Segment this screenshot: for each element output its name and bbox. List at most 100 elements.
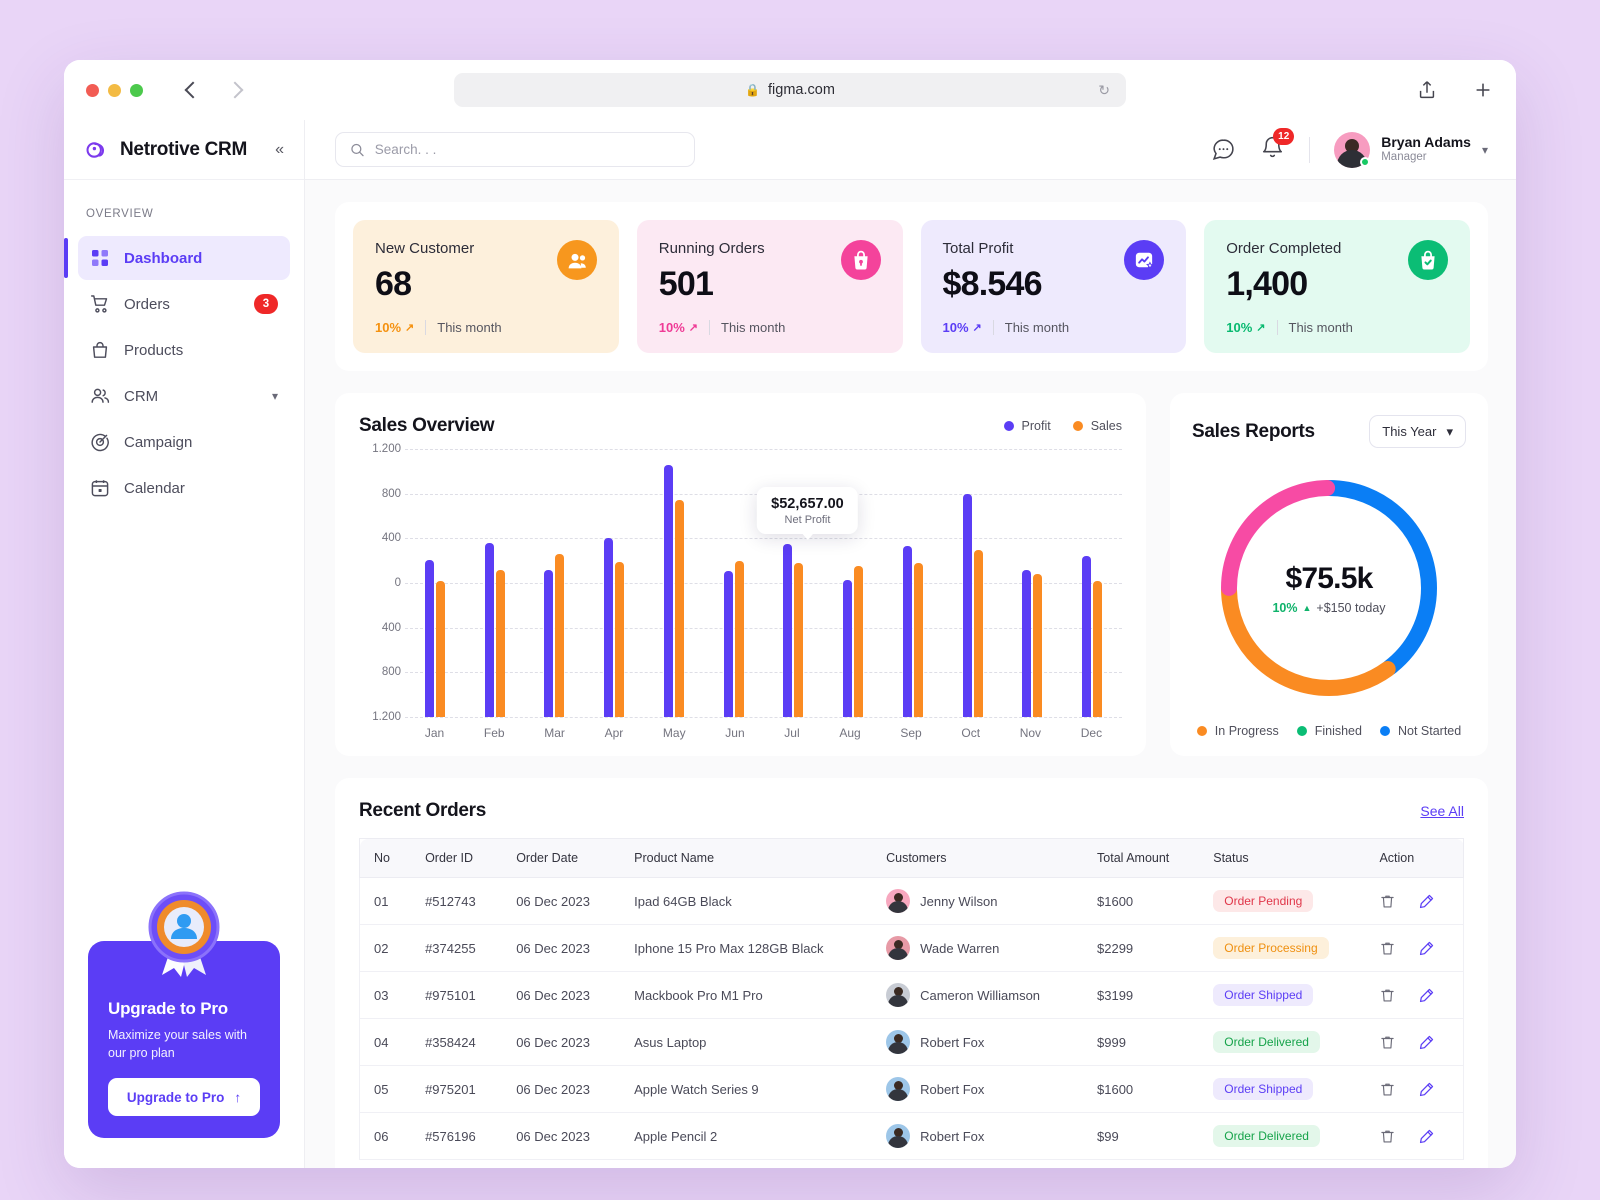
brand-header: Netrotive CRM « [64, 120, 304, 180]
address-bar[interactable]: 🔒 figma.com ↻ [454, 73, 1126, 107]
bar-group-May[interactable] [663, 449, 684, 717]
bag-icon [92, 341, 108, 358]
chevron-down-icon[interactable]: ▾ [272, 389, 278, 403]
bar-sales[interactable] [854, 566, 864, 717]
sidebar-item-calendar[interactable]: Calendar [78, 466, 290, 510]
bar-group-Feb[interactable] [484, 449, 505, 717]
tooltip-label: Net Profit [784, 513, 831, 526]
bar-profit[interactable] [723, 570, 733, 717]
donut-percent: 10% [1272, 600, 1298, 615]
stat-card-0: New Customer 68 10% ↗ This month [353, 220, 619, 353]
notifications-button[interactable]: 12 [1260, 127, 1295, 165]
bar-sales[interactable] [1093, 580, 1103, 717]
customer-avatar [886, 983, 911, 1007]
pencil-icon[interactable] [1418, 893, 1435, 910]
search-input[interactable] [374, 142, 680, 157]
bar-profit[interactable] [843, 579, 853, 717]
bar-sales[interactable] [615, 561, 625, 717]
bar-group-Oct[interactable] [962, 449, 983, 717]
bar-group-Mar[interactable] [544, 449, 565, 717]
bar-profit[interactable] [663, 464, 673, 717]
table-row[interactable]: 03 #975101 06 Dec 2023 Mackbook Pro M1 P… [359, 971, 1465, 1019]
table-row[interactable]: 06 #576196 06 Dec 2023 Apple Pencil 2 Ro… [359, 1112, 1465, 1160]
sidebar-item-campaign[interactable]: Campaign [78, 420, 290, 464]
bar-profit[interactable] [962, 493, 972, 717]
bar-group-Nov[interactable] [1022, 449, 1043, 717]
bar-profit[interactable] [1022, 569, 1032, 717]
target-icon [91, 433, 109, 452]
pencil-icon[interactable] [1418, 1081, 1435, 1098]
search-box[interactable] [335, 132, 695, 167]
trash-icon[interactable] [1379, 1034, 1396, 1051]
bar-sales[interactable] [734, 560, 744, 717]
legend-dot-icon [1072, 421, 1083, 431]
cell-status: Order Delivered [1199, 1018, 1366, 1066]
cell-product-name: Ipad 64GB Black [620, 877, 873, 925]
table-row[interactable]: 02 #374255 06 Dec 2023 Iphone 15 Pro Max… [359, 924, 1465, 972]
chat-bubble-icon[interactable] [1211, 137, 1236, 162]
bar-sales[interactable] [794, 562, 804, 717]
cell-order-date: 06 Dec 2023 [502, 877, 621, 925]
chevron-down-icon[interactable]: ▾ [1482, 143, 1488, 157]
bar-group-Sep[interactable] [902, 449, 923, 717]
plus-icon[interactable] [1472, 79, 1494, 101]
calendar-icon [91, 480, 109, 497]
cell-no: 03 [359, 971, 412, 1019]
sidebar-item-dashboard[interactable]: Dashboard [64, 236, 290, 280]
trash-icon[interactable] [1379, 940, 1396, 957]
sidebar-item-products[interactable]: Products [78, 328, 290, 372]
bar-group-Jul[interactable]: $52,657.00 Net Profit [757, 449, 858, 717]
topbar-actions: 12 Bryan Adams Manager ▾ [1211, 127, 1488, 168]
bar-group-Apr[interactable] [604, 449, 625, 717]
cell-total-amount: $1600 [1083, 877, 1200, 925]
sidebar-item-crm[interactable]: CRM ▾ [78, 374, 290, 418]
back-arrow-icon[interactable] [181, 80, 201, 100]
recent-orders-header: Recent Orders See All [359, 800, 1464, 822]
trash-icon[interactable] [1379, 1081, 1396, 1098]
close-window-button[interactable] [86, 83, 99, 97]
bar-sales[interactable] [435, 580, 445, 717]
bar-group-Jan[interactable] [424, 449, 445, 717]
pencil-icon[interactable] [1418, 987, 1435, 1004]
see-all-link[interactable]: See All [1420, 803, 1464, 819]
table-row[interactable]: 01 #512743 06 Dec 2023 Ipad 64GB Black J… [359, 877, 1465, 925]
bar-sales[interactable] [674, 500, 684, 717]
sidebar-item-orders[interactable]: Orders 3 [78, 282, 290, 326]
customer-name: Robert Fox [920, 1034, 985, 1050]
user-profile-menu[interactable]: Bryan Adams Manager ▾ [1334, 131, 1488, 168]
upgrade-to-pro-button[interactable]: Upgrade to Pro ↑ [108, 1078, 260, 1116]
pencil-icon[interactable] [1418, 940, 1435, 957]
bar-profit[interactable] [783, 543, 793, 717]
bar-sales[interactable] [1033, 574, 1043, 717]
trash-icon[interactable] [1379, 987, 1396, 1004]
sidebar-collapse-button[interactable]: « [275, 141, 284, 158]
trash-icon[interactable] [1379, 893, 1396, 910]
maximize-window-button[interactable] [130, 83, 143, 97]
bar-profit[interactable] [424, 559, 434, 717]
pencil-icon[interactable] [1418, 1128, 1435, 1145]
bar-profit[interactable] [544, 569, 554, 717]
chrome-actions [1416, 79, 1494, 101]
bar-group-Dec[interactable] [1082, 449, 1103, 717]
bar-group-Jun[interactable] [723, 449, 744, 717]
bar-sales[interactable] [495, 569, 505, 717]
cell-customer: Jenny Wilson [872, 877, 1084, 925]
forward-arrow-icon[interactable] [225, 80, 245, 100]
table-row[interactable]: 04 #358424 06 Dec 2023 Asus Laptop Rober… [359, 1018, 1465, 1066]
bar-sales[interactable] [913, 562, 923, 717]
minimize-window-button[interactable] [108, 83, 121, 97]
x-tick-label: Aug [839, 726, 861, 740]
bar-sales[interactable] [555, 553, 565, 717]
trash-icon[interactable] [1379, 1128, 1396, 1145]
share-icon[interactable] [1416, 79, 1438, 101]
bar-profit[interactable] [1082, 556, 1092, 717]
date-range-select[interactable]: This Year ▾ [1369, 415, 1466, 448]
pencil-icon[interactable] [1418, 1034, 1435, 1051]
bar-profit[interactable] [604, 538, 614, 717]
reload-icon[interactable]: ↻ [1098, 82, 1110, 99]
bar-sales[interactable] [973, 549, 983, 717]
bar-profit[interactable] [902, 546, 912, 717]
table-row[interactable]: 05 #975201 06 Dec 2023 Apple Watch Serie… [359, 1065, 1465, 1113]
cell-order-id: #374255 [411, 924, 503, 972]
bar-profit[interactable] [484, 542, 494, 717]
